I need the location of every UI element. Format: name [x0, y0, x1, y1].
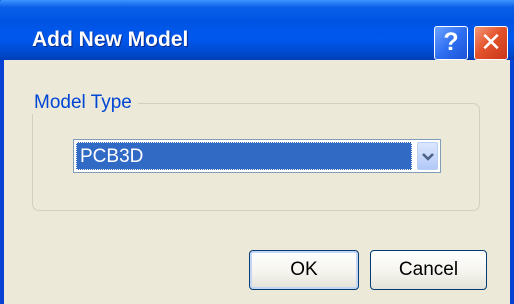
chevron-down-icon	[422, 153, 434, 161]
close-button[interactable]: ✕	[474, 26, 508, 60]
dropdown-arrow-button[interactable]	[417, 142, 438, 170]
title-bar[interactable]: Add New Model ? ✕	[0, 0, 514, 60]
model-type-dropdown[interactable]: PCB3D	[73, 139, 441, 173]
close-icon: ✕	[480, 27, 502, 57]
ok-button[interactable]: OK	[249, 250, 359, 290]
cancel-button[interactable]: Cancel	[370, 250, 487, 290]
model-type-selected-value[interactable]: PCB3D	[76, 142, 412, 170]
selected-value-text: PCB3D	[80, 146, 144, 167]
help-icon: ?	[443, 28, 459, 56]
help-button[interactable]: ?	[434, 26, 468, 60]
dialog-title: Add New Model	[32, 28, 189, 51]
model-type-label: Model Type	[28, 92, 138, 114]
